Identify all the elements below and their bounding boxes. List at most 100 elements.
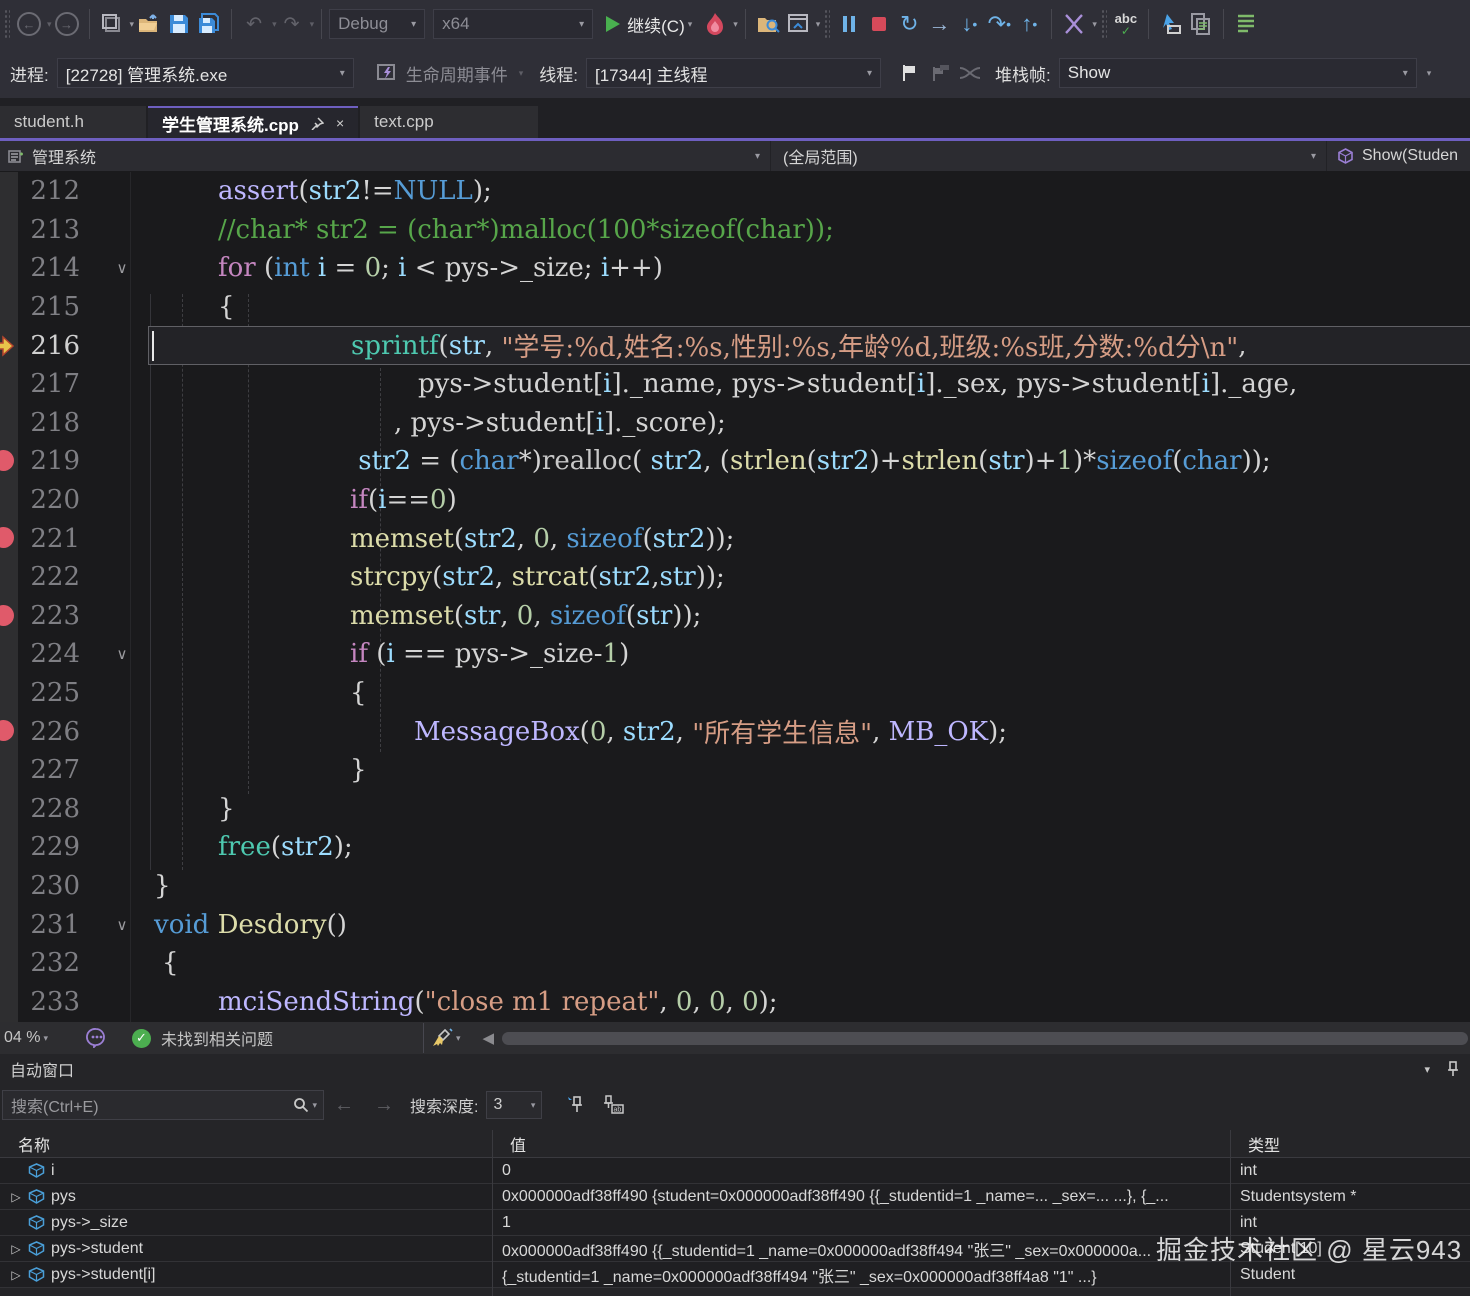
thread-dropdown[interactable]: [17344] 主线程▾ bbox=[586, 58, 881, 88]
stackframe-dropdown[interactable]: Show▾ bbox=[1059, 58, 1417, 88]
code-line-214[interactable]: 214∨for (int i = 0; i < pys->_size; i++) bbox=[0, 249, 1470, 288]
lifecycle-dropdown-icon[interactable]: ▾ bbox=[519, 68, 524, 79]
flag-threads-button[interactable] bbox=[895, 56, 925, 90]
code-line-233[interactable]: 233mciSendString("close m1 repeat", 0, 0… bbox=[0, 982, 1470, 1021]
step-into-button[interactable]: ↓• bbox=[954, 7, 984, 41]
code-line-220[interactable]: 220if(i==0) bbox=[0, 481, 1470, 520]
lifecycle-events-button[interactable] bbox=[372, 56, 402, 90]
toggle-threading-button[interactable] bbox=[955, 56, 985, 90]
solution-platform-dropdown[interactable]: x64▾ bbox=[433, 9, 593, 39]
code-line-226[interactable]: 226MessageBox(0, str2, "所有学生信息", MB_OK); bbox=[0, 712, 1470, 751]
search-back-icon[interactable]: ← bbox=[334, 1094, 354, 1117]
fold-collapse-icon[interactable]: ∨ bbox=[96, 259, 148, 277]
code-line-217[interactable]: 217pys->student[i]._name, pys->student[i… bbox=[0, 365, 1470, 404]
close-icon[interactable]: × bbox=[336, 115, 344, 131]
toolbar-grip[interactable] bbox=[1101, 9, 1107, 39]
new-window-button[interactable] bbox=[97, 7, 127, 41]
continue-dropdown-icon[interactable]: ▾ bbox=[688, 19, 693, 30]
pin-icon[interactable] bbox=[1446, 1061, 1460, 1077]
tab-student-management-cpp[interactable]: 学生管理系统.cpp × bbox=[148, 106, 358, 138]
expand-icon[interactable]: ▷ bbox=[8, 1190, 24, 1204]
expand-icon[interactable]: ▷ bbox=[8, 1268, 24, 1282]
code-cleanup-broom-icon[interactable] bbox=[431, 1028, 453, 1048]
member-scope-dropdown[interactable]: Show(Studen bbox=[1326, 141, 1470, 171]
hot-reload-button[interactable] bbox=[700, 7, 730, 41]
show-next-statement-button[interactable]: → bbox=[924, 7, 954, 41]
step-out-button[interactable]: ↑• bbox=[1014, 7, 1044, 41]
redo-button[interactable]: ↷ bbox=[277, 7, 307, 41]
scroll-left-icon[interactable]: ◀ bbox=[483, 1029, 495, 1047]
show-flagged-only-button[interactable] bbox=[925, 56, 955, 90]
code-line-216[interactable]: 216sprintf(str, "学号:%d,姓名:%s,性别:%s,年龄%d,… bbox=[0, 326, 1470, 365]
tab-text-cpp[interactable]: text.cpp bbox=[360, 106, 538, 138]
code-line-223[interactable]: 223memset(str, 0, sizeof(str)); bbox=[0, 597, 1470, 636]
save-all-button[interactable] bbox=[194, 7, 224, 41]
code-editor[interactable]: 212assert(str2!=NULL);213//char* str2 = … bbox=[0, 172, 1470, 1022]
type-scope-dropdown[interactable]: (全局范围) ▾ bbox=[770, 141, 1326, 171]
column-header-value[interactable]: 值 bbox=[492, 1132, 1230, 1156]
navigate-forward-button[interactable]: → bbox=[52, 7, 82, 41]
navigate-back-button[interactable]: ← bbox=[14, 7, 44, 41]
code-line-231[interactable]: 231∨void Desdory() bbox=[0, 905, 1470, 944]
code-line-227[interactable]: 227} bbox=[0, 751, 1470, 790]
chevron-down-icon[interactable]: ▾ bbox=[312, 1100, 317, 1111]
column-divider[interactable] bbox=[492, 1130, 493, 1296]
search-input[interactable]: 搜索(Ctrl+E) ▾ bbox=[2, 1090, 324, 1120]
code-line-229[interactable]: 229free(str2); bbox=[0, 828, 1470, 867]
pin-icon[interactable] bbox=[311, 117, 324, 130]
step-over-button[interactable]: ↷• bbox=[984, 7, 1014, 41]
search-depth-dropdown[interactable]: 3▾ bbox=[486, 1091, 542, 1119]
pause-button[interactable] bbox=[834, 7, 864, 41]
chevron-down-icon[interactable]: ▾ bbox=[456, 1033, 461, 1044]
list-members-button[interactable] bbox=[1231, 7, 1261, 41]
open-file-button[interactable] bbox=[134, 7, 164, 41]
code-line-222[interactable]: 222strcpy(str2, strcat(str2,str)); bbox=[0, 558, 1470, 597]
toolbar-grip[interactable] bbox=[824, 9, 830, 39]
intellicode-icon[interactable] bbox=[86, 1028, 106, 1048]
zoom-level-dropdown[interactable]: 04 % ▾ bbox=[0, 1029, 80, 1047]
select-element-button[interactable] bbox=[1156, 7, 1186, 41]
pin-members-icon[interactable]: ab bbox=[600, 1095, 624, 1115]
toolbar-overflow-icon[interactable]: ▾ bbox=[1427, 68, 1432, 79]
toolbar-overflow-icon[interactable]: ▾ bbox=[816, 19, 821, 30]
code-line-213[interactable]: 213//char* str2 = (char*)malloc(100*size… bbox=[0, 211, 1470, 250]
stop-button[interactable] bbox=[864, 7, 894, 41]
code-line-225[interactable]: 225{ bbox=[0, 674, 1470, 713]
column-divider[interactable] bbox=[1230, 1130, 1231, 1296]
code-line-232[interactable]: 232{ bbox=[0, 944, 1470, 983]
toolbar-grip[interactable] bbox=[4, 9, 10, 39]
pin-values-icon[interactable] bbox=[566, 1095, 584, 1115]
expand-icon[interactable]: ▷ bbox=[8, 1242, 24, 1256]
copy-structure-button[interactable] bbox=[1186, 7, 1216, 41]
parallel-stacks-button[interactable] bbox=[1059, 7, 1089, 41]
text-visualizer-button[interactable]: abc ✓ bbox=[1111, 7, 1141, 41]
window-menu-chevron-icon[interactable]: ▾ bbox=[1424, 1063, 1430, 1076]
horizontal-scrollbar-thumb[interactable] bbox=[502, 1032, 1468, 1045]
code-line-218[interactable]: 218, pys->student[i]._score); bbox=[0, 404, 1470, 443]
autos-title-bar[interactable]: 自动窗口 ▾ bbox=[0, 1054, 1470, 1084]
process-dropdown[interactable]: [22728] 管理系统.exe▾ bbox=[57, 58, 354, 88]
code-line-224[interactable]: 224∨if (i == pys->_size-1) bbox=[0, 635, 1470, 674]
save-button[interactable] bbox=[164, 7, 194, 41]
solution-configuration-dropdown[interactable]: Debug▾ bbox=[329, 9, 425, 39]
browse-window-button[interactable] bbox=[783, 7, 813, 41]
column-header-type[interactable]: 类型 bbox=[1230, 1132, 1470, 1156]
fold-collapse-icon[interactable]: ∨ bbox=[96, 916, 148, 934]
code-line-212[interactable]: 212assert(str2!=NULL); bbox=[0, 172, 1470, 211]
search-forward-icon[interactable]: → bbox=[374, 1094, 394, 1117]
code-line-219[interactable]: 219 str2 = (char*)realloc( str2, (strlen… bbox=[0, 442, 1470, 481]
watch-row[interactable]: ▷pys0x000000adf38ff490 {student=0x000000… bbox=[0, 1184, 1470, 1210]
search-icon[interactable] bbox=[293, 1097, 309, 1113]
undo-button[interactable]: ↶ bbox=[239, 7, 269, 41]
restart-button[interactable]: ↻ bbox=[894, 7, 924, 41]
project-scope-dropdown[interactable]: 管理系统 ▾ bbox=[0, 141, 770, 171]
watch-row[interactable]: i0int bbox=[0, 1158, 1470, 1184]
hot-reload-dropdown-icon[interactable]: ▾ bbox=[733, 19, 738, 30]
continue-button[interactable]: 继续(C) bbox=[605, 7, 685, 41]
redo-dropdown-icon[interactable]: ▾ bbox=[310, 19, 315, 30]
tab-student-h[interactable]: student.h bbox=[0, 106, 146, 138]
find-in-files-button[interactable] bbox=[753, 7, 783, 41]
column-header-name[interactable]: 名称 bbox=[0, 1132, 492, 1156]
code-line-228[interactable]: 228} bbox=[0, 790, 1470, 829]
code-line-221[interactable]: 221memset(str2, 0, sizeof(str2)); bbox=[0, 519, 1470, 558]
